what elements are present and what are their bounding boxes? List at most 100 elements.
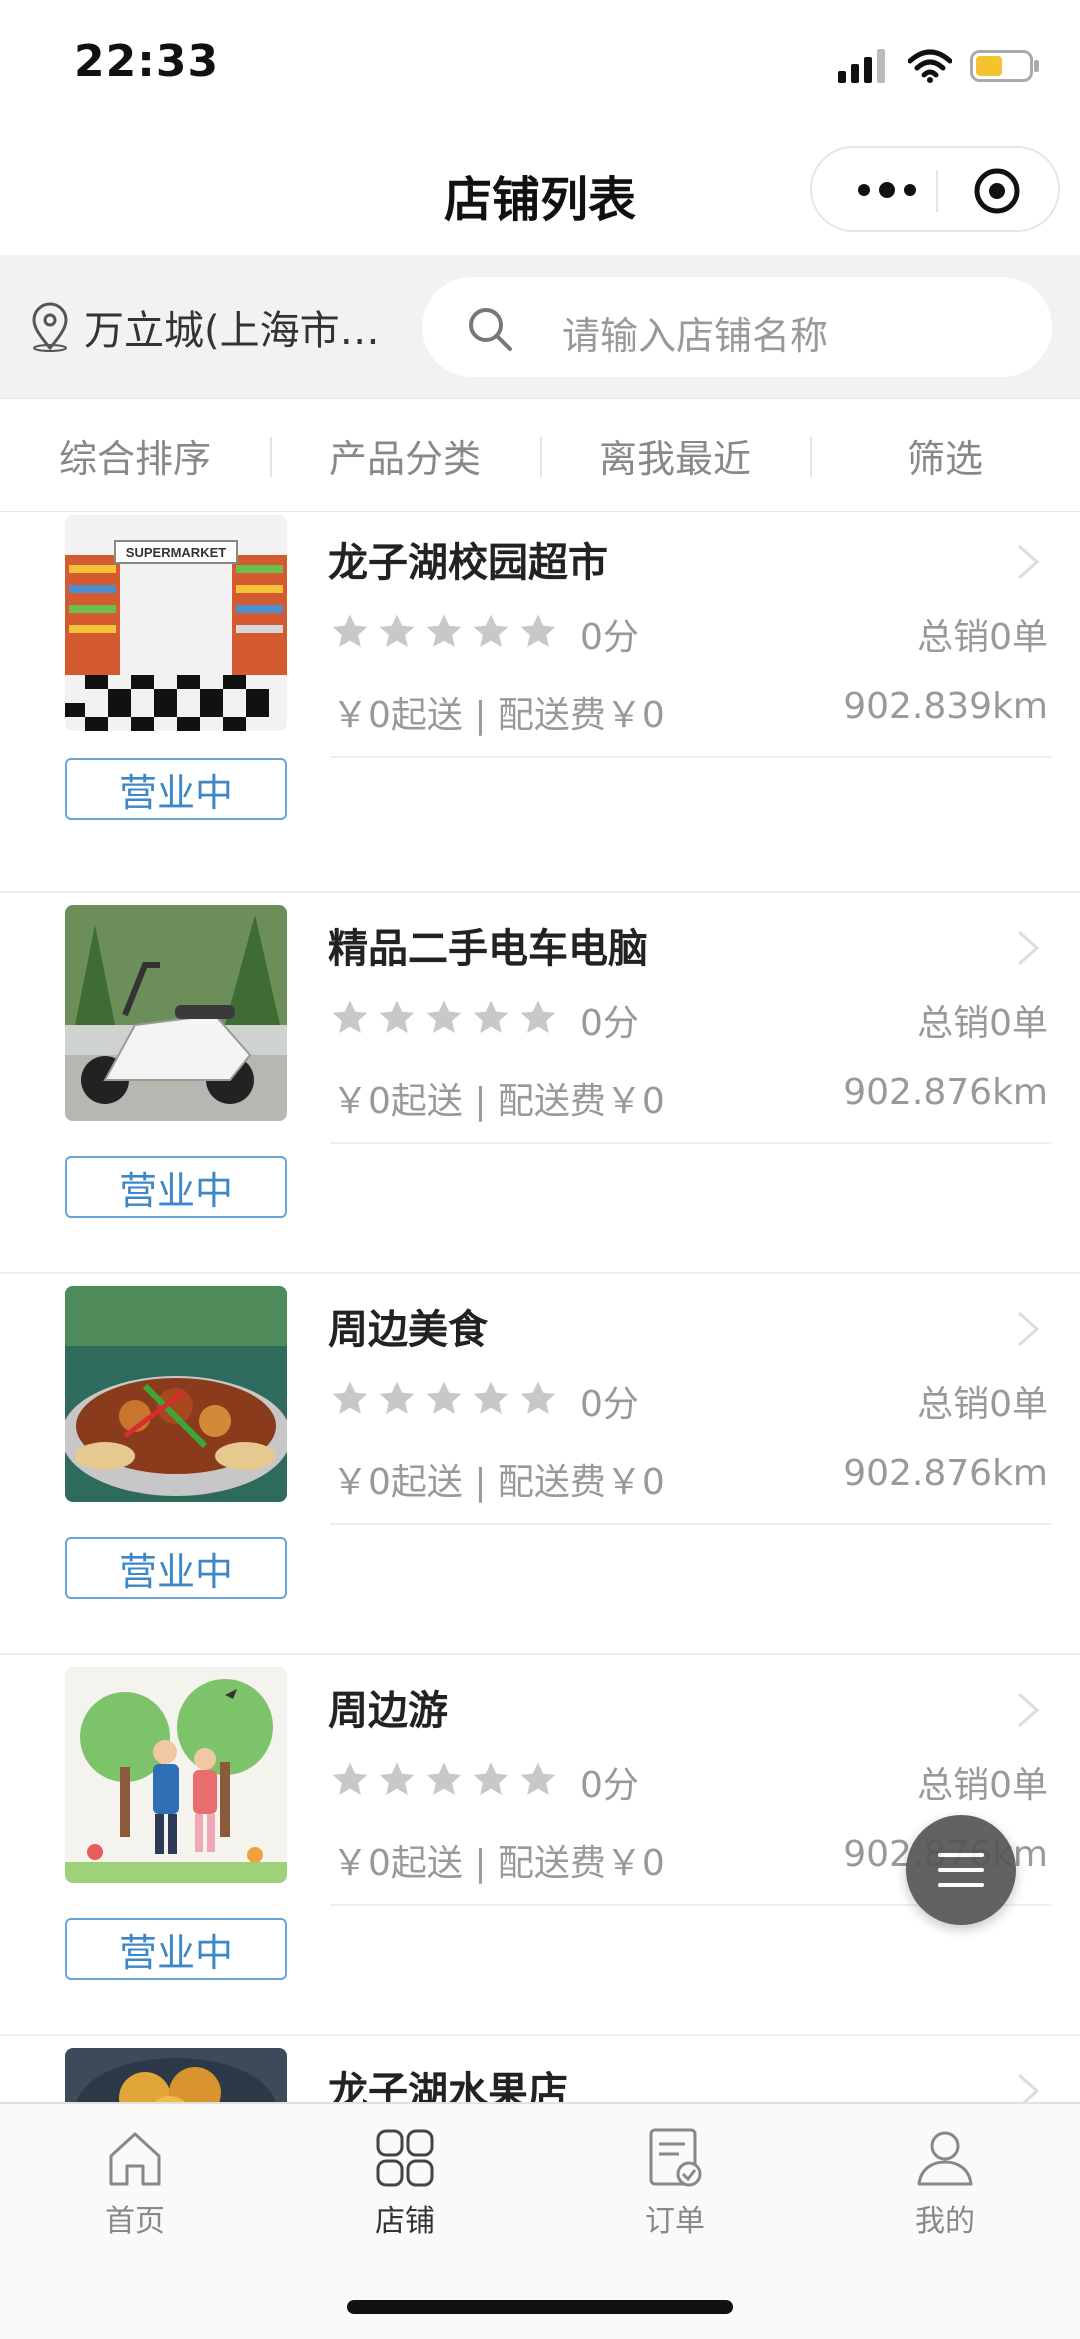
status-bar: 22:33 — [0, 0, 1080, 130]
tab-store[interactable]: 店铺 — [270, 2116, 540, 2239]
star-icon — [473, 614, 509, 647]
store-delivery-fee: ￥0起送 | 配送费￥0 — [332, 1843, 665, 1884]
store-distance: 902.839km — [843, 686, 1048, 727]
store-status-badge: 营业中 — [65, 758, 287, 820]
menu-line — [938, 1853, 984, 1857]
store-sales: 总销0单 — [917, 617, 1048, 658]
star-icon — [332, 1000, 368, 1033]
star-icon — [332, 1381, 368, 1414]
store-status-badge: 营业中 — [65, 1918, 287, 1980]
tab-label: 我的 — [915, 2204, 975, 2239]
battery-icon — [970, 50, 1039, 82]
star-icon — [332, 1762, 368, 1795]
location-selector[interactable]: 万立城(上海市… — [28, 297, 380, 357]
tab-label: 订单 — [645, 2204, 705, 2239]
tab-order[interactable]: 订单 — [540, 2116, 810, 2239]
store-image — [65, 2048, 287, 2102]
more-icon[interactable] — [852, 170, 922, 210]
store-status-badge: 营业中 — [65, 1537, 287, 1599]
rating-stars — [330, 998, 558, 1038]
store-name: 龙子湖水果店 — [328, 2069, 568, 2102]
store-card[interactable]: 营业中 精品二手电车电脑 0分 总销0单 ￥0起送 | 配送费￥0 902.87… — [0, 893, 1080, 1274]
mini-program-capsule — [810, 146, 1060, 232]
star-icon — [379, 1000, 415, 1033]
location-text: 万立城(上海市… — [84, 308, 380, 354]
close-target-icon[interactable] — [972, 166, 1022, 216]
store-delivery-fee: ￥0起送 | 配送费￥0 — [332, 1462, 665, 1503]
divider — [330, 1523, 1052, 1525]
rating-stars — [330, 1760, 558, 1800]
signal-icon — [838, 49, 885, 83]
filter-screen[interactable]: 筛选 — [810, 399, 1080, 511]
star-icon — [520, 1762, 556, 1795]
chevron-right-icon — [1018, 1692, 1040, 1728]
wifi-icon — [908, 49, 952, 83]
store-score: 0分 — [580, 1003, 639, 1044]
store-distance: 902.876km — [843, 1072, 1048, 1113]
star-icon — [520, 1381, 556, 1414]
store-sales: 总销0单 — [917, 1765, 1048, 1806]
store-delivery-fee: ￥0起送 | 配送费￥0 — [332, 695, 665, 736]
star-icon — [426, 1000, 462, 1033]
star-icon — [379, 1381, 415, 1414]
store-score: 0分 — [580, 1384, 639, 1425]
store-score: 0分 — [580, 617, 639, 658]
rating-stars — [330, 1379, 558, 1419]
tab-label: 店铺 — [375, 2204, 435, 2239]
star-icon — [520, 614, 556, 647]
store-sales: 总销0单 — [917, 1384, 1048, 1425]
store-card[interactable]: 龙子湖水果店 — [0, 2036, 1080, 2102]
filter-nearest[interactable]: 离我最近 — [540, 399, 810, 511]
star-icon — [426, 1762, 462, 1795]
store-name: 周边游 — [328, 1688, 448, 1734]
store-sales: 总销0单 — [917, 1003, 1048, 1044]
store-card[interactable]: 营业中 周边美食 0分 总销0单 ￥0起送 | 配送费￥0 902.876km — [0, 1274, 1080, 1655]
store-name: 龙子湖校园超市 — [328, 540, 608, 586]
filter-category[interactable]: 产品分类 — [270, 399, 540, 511]
tab-mine[interactable]: 我的 — [810, 2116, 1080, 2239]
store-name: 周边美食 — [328, 1307, 488, 1353]
tab-label: 首页 — [105, 2204, 165, 2239]
nav-bar: 店铺列表 — [0, 130, 1080, 255]
capsule-divider — [936, 170, 938, 212]
star-icon — [473, 1381, 509, 1414]
divider — [330, 756, 1052, 758]
chevron-right-icon — [1018, 1311, 1040, 1347]
store-distance: 902.876km — [843, 1453, 1048, 1494]
star-icon — [473, 1762, 509, 1795]
store-card[interactable]: SUPERMARKET 营业中 龙子湖校园超市 0分 总销0单 ￥0起送 | 配… — [0, 512, 1080, 893]
svg-text:SUPERMARKET: SUPERMARKET — [126, 545, 226, 560]
divider — [330, 1142, 1052, 1144]
star-icon — [473, 1000, 509, 1033]
star-icon — [379, 614, 415, 647]
order-icon — [649, 2128, 702, 2187]
home-icon — [109, 2132, 161, 2186]
location-pin-icon — [32, 302, 68, 352]
menu-line — [938, 1868, 984, 1872]
store-status-badge: 营业中 — [65, 1156, 287, 1218]
filter-sort-comprehensive[interactable]: 综合排序 — [0, 399, 270, 511]
chevron-right-icon — [1018, 544, 1040, 580]
search-input[interactable]: 请输入店铺名称 — [422, 277, 1052, 377]
filter-bar: 综合排序 产品分类 离我最近 筛选 — [0, 398, 1080, 512]
menu-line — [938, 1883, 984, 1887]
tab-home[interactable]: 首页 — [0, 2116, 270, 2239]
status-icons — [838, 46, 1040, 86]
chevron-right-icon — [1018, 930, 1040, 966]
star-icon — [426, 1381, 462, 1414]
search-placeholder: 请输入店铺名称 — [562, 314, 829, 358]
store-image: SUPERMARKET — [65, 515, 287, 731]
store-image — [65, 905, 287, 1121]
search-area: 万立城(上海市… 请输入店铺名称 — [0, 255, 1080, 398]
star-icon — [520, 1000, 556, 1033]
home-indicator — [347, 2300, 733, 2314]
grid-icon — [376, 2129, 434, 2187]
user-icon — [917, 2131, 973, 2186]
star-icon — [379, 1762, 415, 1795]
rating-stars — [330, 612, 558, 652]
chevron-right-icon — [1018, 2073, 1040, 2102]
floating-menu-button[interactable] — [906, 1815, 1016, 1925]
store-delivery-fee: ￥0起送 | 配送费￥0 — [332, 1081, 665, 1122]
store-image — [65, 1286, 287, 1502]
store-score: 0分 — [580, 1765, 639, 1806]
